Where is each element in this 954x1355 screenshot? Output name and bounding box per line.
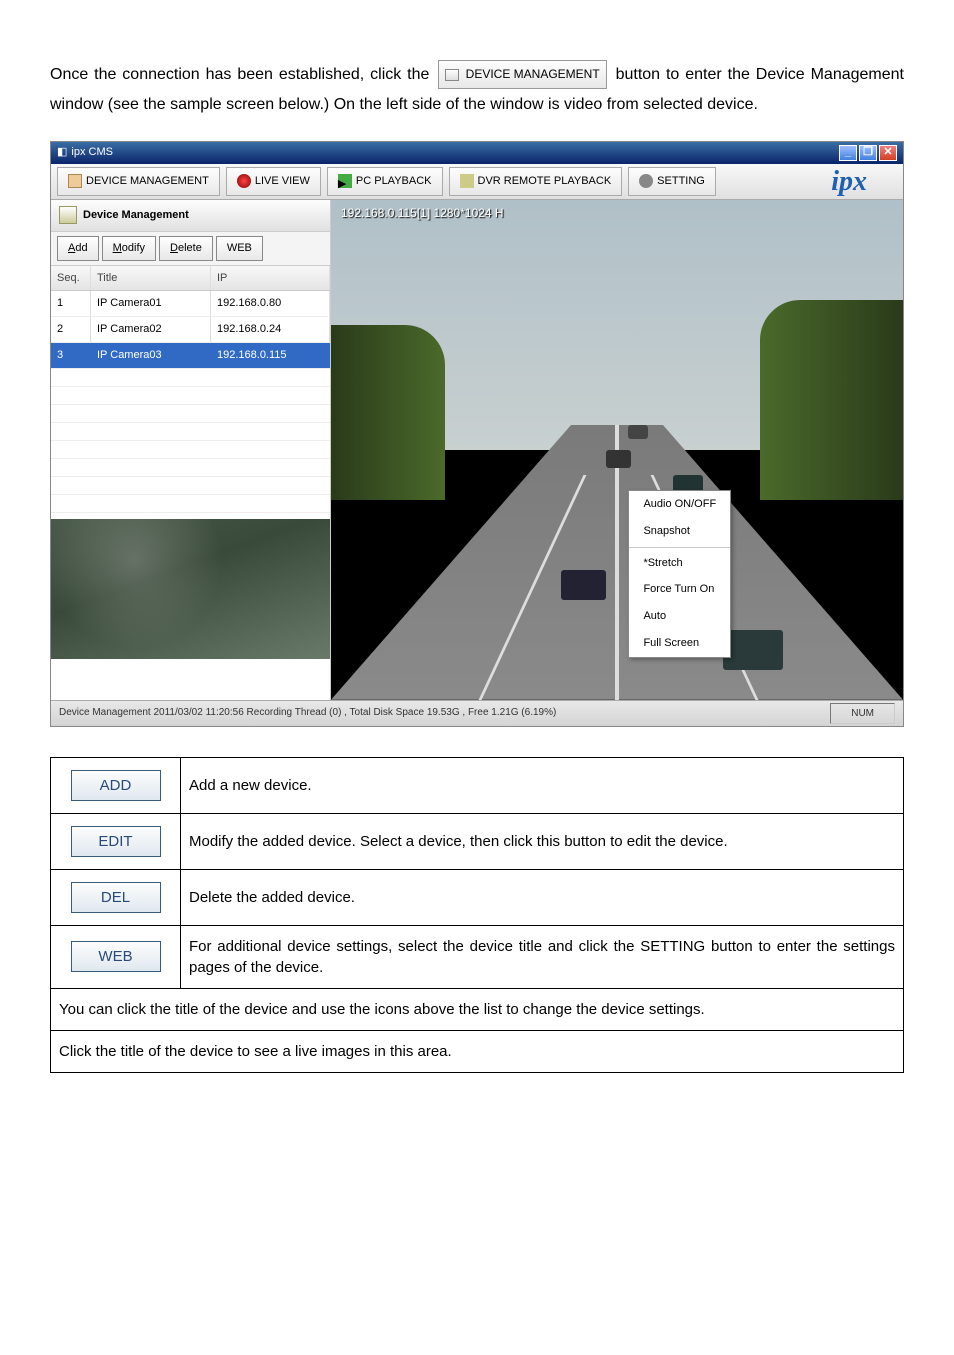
web-btn-image: WEB <box>71 941 161 972</box>
table-row: ADD Add a new device. <box>51 757 904 813</box>
window-titlebar: ◧ ipx CMS _ ❐ ✕ <box>51 142 903 164</box>
dvr-remote-playback-tab[interactable]: DVR REMOTE PLAYBACK <box>449 167 623 196</box>
intro-paragraph: Once the connection has been established… <box>50 60 904 121</box>
eye-icon <box>237 174 251 188</box>
window-title: ipx CMS <box>71 142 113 163</box>
table-row[interactable]: 2 IP Camera02 192.168.0.24 <box>51 317 330 343</box>
delete-button[interactable]: Delete <box>159 236 213 261</box>
remote-icon <box>460 174 474 188</box>
table-row[interactable]: 1 IP Camera01 192.168.0.80 <box>51 291 330 317</box>
add-desc: Add a new device. <box>181 757 904 813</box>
empty-rows <box>51 369 330 519</box>
intro-text-1: Once the connection has been established… <box>50 66 435 83</box>
menu-snapshot[interactable]: Snapshot <box>629 518 730 545</box>
note-1: You can click the title of the device an… <box>51 988 904 1030</box>
table-row: EDIT Modify the added device. Select a d… <box>51 813 904 869</box>
folder-icon <box>445 69 459 81</box>
note-2: Click the title of the device to see a l… <box>51 1030 904 1072</box>
menu-force[interactable]: Force Turn On <box>629 576 730 603</box>
table-row: WEB For additional device settings, sele… <box>51 925 904 988</box>
add-btn-image: ADD <box>71 770 161 801</box>
device-table: Seq. Title IP 1 IP Camera01 192.168.0.80… <box>51 266 330 520</box>
menu-stretch[interactable]: *Stretch <box>629 550 730 577</box>
del-desc: Delete the added device. <box>181 869 904 925</box>
status-bar: Device Management 2011/03/02 11:20:56 Re… <box>51 700 903 726</box>
app-screenshot: ◧ ipx CMS _ ❐ ✕ DEVICE MANAGEMENT LIVE V… <box>50 141 904 727</box>
modify-button[interactable]: Modify <box>102 236 156 261</box>
edit-desc: Modify the added device. Select a device… <box>181 813 904 869</box>
status-left: Device Management 2011/03/02 11:20:56 Re… <box>59 703 556 724</box>
table-row: You can click the title of the device an… <box>51 988 904 1030</box>
col-seq: Seq. <box>51 266 91 291</box>
setting-tab[interactable]: SETTING <box>628 167 716 196</box>
col-ip: IP <box>211 266 330 291</box>
video-label: 192.168.0.115[1] 1280*1024 H <box>341 202 504 225</box>
context-menu: Audio ON/OFF Snapshot *Stretch Force Tur… <box>628 490 731 658</box>
col-title: Title <box>91 266 211 291</box>
menu-auto[interactable]: Auto <box>629 603 730 630</box>
main-toolbar: DEVICE MANAGEMENT LIVE VIEW ▶ PC PLAYBAC… <box>51 164 903 200</box>
menu-audio[interactable]: Audio ON/OFF <box>629 491 730 518</box>
table-row[interactable]: 3 IP Camera03 192.168.0.115 <box>51 343 330 369</box>
play-icon: ▶ <box>338 174 352 188</box>
main-video-view[interactable]: 192.168.0.115[1] 1280*1024 H Audio ON/OF… <box>331 200 903 700</box>
pc-playback-tab[interactable]: ▶ PC PLAYBACK <box>327 167 443 196</box>
buttons-description-table: ADD Add a new device. EDIT Modify the ad… <box>50 757 904 1073</box>
device-management-header: Device Management <box>51 200 330 232</box>
device-sidebar: Device Management Add Modify Delete WEB … <box>51 200 331 700</box>
device-management-inline-btn: DEVICE MANAGEMENT <box>438 60 606 89</box>
table-row: DEL Delete the added device. <box>51 869 904 925</box>
table-header: Seq. Title IP <box>51 266 330 292</box>
preview-thumbnail <box>51 519 330 659</box>
live-view-tab[interactable]: LIVE VIEW <box>226 167 321 196</box>
edit-btn-image: EDIT <box>71 826 161 857</box>
device-management-tab[interactable]: DEVICE MANAGEMENT <box>57 167 220 196</box>
status-right: NUM <box>830 703 895 724</box>
menu-full[interactable]: Full Screen <box>629 630 730 657</box>
add-button[interactable]: Add <box>57 236 99 261</box>
app-icon: ◧ <box>57 142 67 163</box>
device-icon <box>59 206 77 224</box>
web-button[interactable]: WEB <box>216 236 263 261</box>
del-btn-image: DEL <box>71 882 161 913</box>
gear-icon <box>639 174 653 188</box>
web-desc: For additional device settings, select t… <box>181 925 904 988</box>
table-row: Click the title of the device to see a l… <box>51 1030 904 1072</box>
folder-icon <box>68 174 82 188</box>
